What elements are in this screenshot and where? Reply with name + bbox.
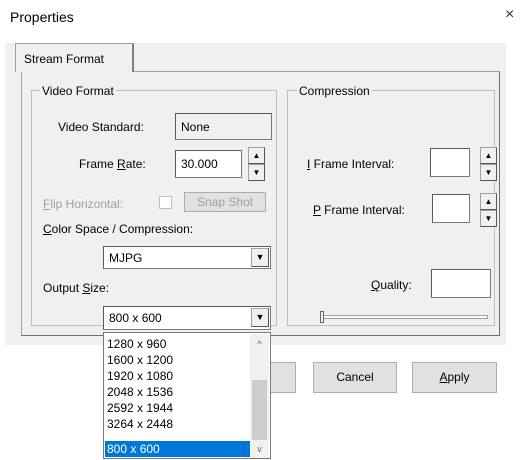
i-frame-interval-label: I Frame Interval: — [307, 157, 395, 171]
p-frame-down-button[interactable]: ▼ — [480, 210, 497, 227]
output-size-select[interactable]: 800 x 600 ▼ — [103, 306, 271, 330]
dropdown-scrollbar[interactable]: ^ v — [250, 334, 269, 458]
scrollbar-thumb[interactable] — [252, 380, 267, 440]
chevron-down-icon[interactable]: ▼ — [251, 308, 269, 327]
color-space-value: MJPG — [109, 251, 143, 265]
list-item[interactable]: 1920 x 1080 — [105, 368, 252, 384]
quality-slider-thumb[interactable] — [320, 311, 324, 323]
snap-shot-button[interactable]: Snap Shot — [184, 192, 266, 212]
list-item[interactable]: 2048 x 1536 — [105, 384, 252, 400]
quality-slider-track[interactable] — [320, 315, 488, 319]
scroll-down-icon[interactable]: v — [250, 441, 269, 457]
apply-button[interactable]: Apply — [412, 362, 497, 393]
output-size-value: 800 x 600 — [109, 311, 162, 325]
frame-rate-down-button[interactable]: ▼ — [248, 164, 265, 181]
p-frame-interval-label: P Frame Interval: — [313, 203, 405, 217]
apply-label: Apply — [439, 370, 470, 384]
flip-horizontal-checkbox[interactable] — [159, 196, 172, 209]
cancel-button[interactable]: Cancel — [313, 362, 397, 393]
i-frame-up-button[interactable]: ▲ — [480, 147, 497, 164]
video-standard-label: Video Standard: — [58, 120, 144, 134]
flip-horizontal-label: Flip Horizontal: — [43, 197, 124, 211]
frame-rate-up-button[interactable]: ▲ — [248, 147, 265, 164]
list-item[interactable]: 3264 x 2448 — [105, 416, 252, 432]
output-size-dropdown-list: 1280 x 960 1600 x 1200 1920 x 1080 2048 … — [103, 332, 271, 459]
quality-input[interactable] — [431, 269, 491, 298]
p-frame-up-button[interactable]: ▲ — [480, 193, 497, 210]
tab-stream-format[interactable]: Stream Format — [15, 43, 134, 72]
list-item[interactable]: 1280 x 960 — [105, 336, 252, 352]
close-icon[interactable]: × — [505, 6, 514, 24]
color-space-select[interactable]: MJPG ▼ — [103, 246, 271, 269]
cancel-label: Cancel — [336, 370, 374, 384]
output-size-label: Output Size: — [43, 281, 110, 295]
scroll-up-icon[interactable]: ^ — [250, 336, 269, 352]
list-item[interactable]: 1600 x 1200 — [105, 352, 252, 368]
snap-shot-label: Snap Shot — [196, 195, 254, 209]
i-frame-interval-input[interactable] — [430, 148, 470, 177]
video-format-group-label: Video Format — [40, 84, 116, 98]
window-title: Properties — [10, 9, 74, 25]
video-standard-field: None — [175, 113, 272, 140]
chevron-down-icon[interactable]: ▼ — [251, 248, 269, 267]
list-item-selected[interactable]: 800 x 600 — [105, 441, 252, 457]
frame-rate-value: 30.000 — [181, 157, 218, 171]
compression-group-label: Compression — [297, 84, 372, 98]
i-frame-down-button[interactable]: ▼ — [480, 164, 497, 181]
p-frame-interval-input[interactable] — [432, 194, 470, 223]
list-item[interactable]: 2592 x 1944 — [105, 400, 252, 416]
video-standard-value: None — [181, 120, 210, 134]
color-space-label: Color Space / Compression: — [43, 222, 194, 236]
frame-rate-label: Frame Rate: — [79, 157, 146, 171]
frame-rate-input[interactable]: 30.000 — [175, 150, 242, 178]
quality-label: Quality: — [371, 278, 412, 292]
tab-label: Stream Format — [24, 52, 105, 66]
